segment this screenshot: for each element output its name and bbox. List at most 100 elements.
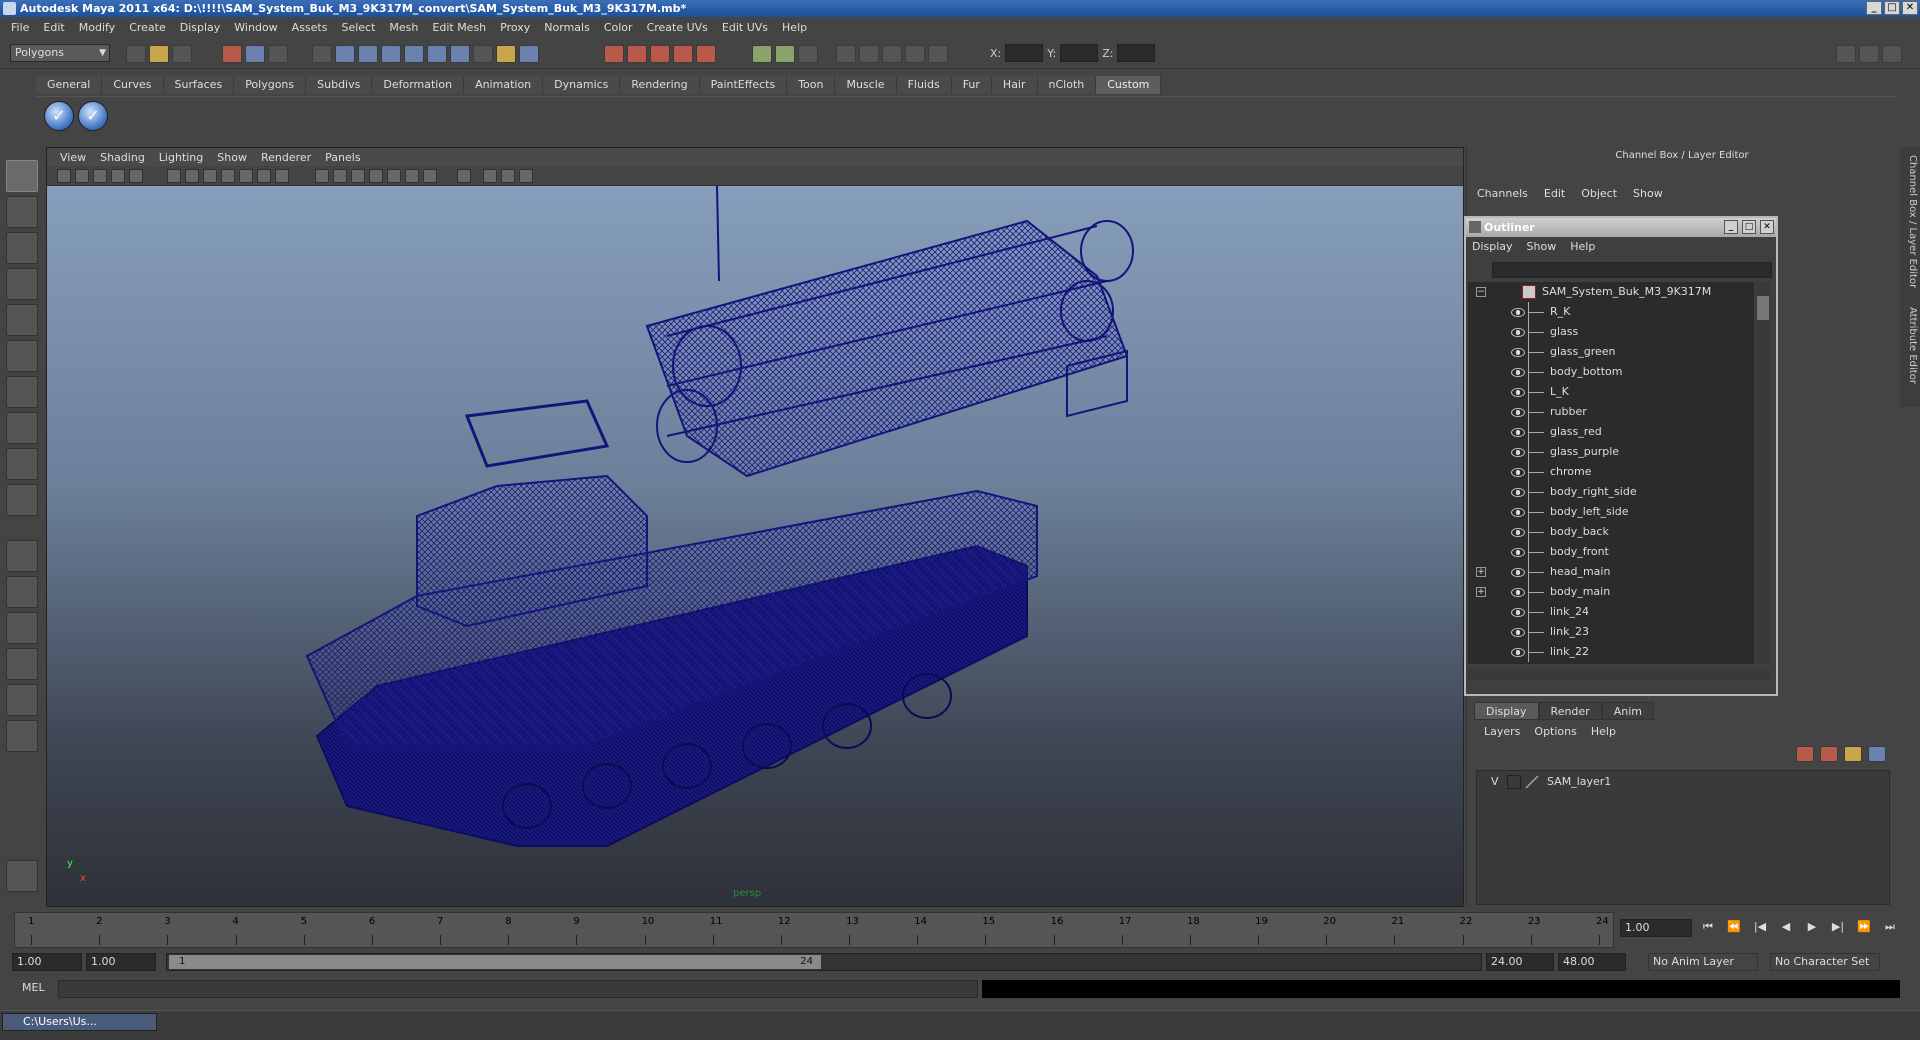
range-slider[interactable]: 1 24 [166,953,1482,971]
viewport-menu-view[interactable]: View [53,151,93,164]
menu-mesh[interactable]: Mesh [382,21,425,34]
camera-attr-icon[interactable] [75,169,89,183]
select-hierarchy-icon[interactable] [222,45,242,63]
collapse-icon[interactable]: − [1476,287,1486,297]
menu-set-select[interactable]: Polygons ▼ [10,44,110,62]
isolate-select-icon[interactable] [457,169,471,183]
xray-icon[interactable] [483,169,497,183]
dope-sheet-layout-icon[interactable] [6,720,38,752]
viewport-menu-renderer[interactable]: Renderer [254,151,318,164]
universal-manipulator-icon[interactable] [6,376,38,408]
outliner-item[interactable]: link_22 [1468,642,1754,662]
shelf-tab-curves[interactable]: Curves [102,76,164,94]
camera-icon[interactable] [57,169,71,183]
scale-tool-icon[interactable] [6,340,38,372]
z-field[interactable] [1117,44,1156,62]
outliner-item[interactable]: body_right_side [1468,482,1754,502]
outliner-menu-help[interactable]: Help [1570,240,1595,253]
four-view-layout-icon[interactable] [6,576,38,608]
outliner-menu-show[interactable]: Show [1527,240,1557,253]
construction-history-icon[interactable] [798,45,818,63]
step-forward-key-button[interactable]: ⏩ [1856,920,1872,934]
mel-input[interactable] [58,980,978,998]
playback-end-field[interactable]: 24.00 [1486,953,1554,971]
shelf-tab-rendering[interactable]: Rendering [620,76,700,94]
outliner-item[interactable]: + head_main [1468,562,1754,582]
paint-select-tool-icon[interactable] [6,232,38,264]
camera-icon[interactable] [836,45,856,63]
menu-proxy[interactable]: Proxy [493,21,537,34]
render-view-icon[interactable] [696,45,716,63]
step-back-key-button[interactable]: ⏪ [1726,920,1742,934]
layer-tab-display[interactable]: Display [1474,702,1539,720]
grid-icon[interactable] [167,169,181,183]
outliner-item[interactable]: body_back [1468,522,1754,542]
toggle-tool-settings-icon[interactable] [1859,45,1879,63]
animation-end-field[interactable]: 48.00 [1558,953,1626,971]
go-to-start-button[interactable]: ⏮ [1700,920,1716,934]
menu-file[interactable]: File [4,21,36,34]
film-gate-icon[interactable] [185,169,199,183]
snap-live-icon[interactable] [450,45,470,63]
shelf-tab-animation[interactable]: Animation [464,76,544,94]
lights-icon[interactable] [387,169,401,183]
new-scene-icon[interactable] [126,45,146,63]
toggle-attribute-editor-icon[interactable] [1836,45,1856,63]
menu-display[interactable]: Display [173,21,228,34]
play-forwards-button[interactable]: ▶ [1804,920,1820,934]
lock-icon[interactable] [496,45,516,63]
snap-grid-icon[interactable] [312,45,332,63]
xray-joints-icon[interactable] [501,169,515,183]
character-set-dropdown[interactable]: No Character Set [1770,953,1880,971]
move-tool-icon[interactable] [6,268,38,300]
shelf-tab-polygons[interactable]: Polygons [234,76,307,94]
new-empty-layer-icon[interactable] [1844,746,1862,762]
cb-menu-show[interactable]: Show [1633,187,1663,200]
last-tool-icon[interactable] [6,484,38,516]
outliner-item[interactable]: glass_purple [1468,442,1754,462]
outliner-item[interactable]: body_front [1468,542,1754,562]
bookmark-icon[interactable] [93,169,107,183]
shelf-tab-ncloth[interactable]: nCloth [1037,76,1097,94]
go-to-end-button[interactable]: ⏭ [1882,920,1898,934]
maximize-button[interactable]: □ [1884,1,1900,15]
snap-point-icon[interactable] [358,45,378,63]
layer-menu-help[interactable]: Help [1591,725,1616,738]
outliner-item[interactable]: body_left_side [1468,502,1754,522]
sphere-icon[interactable] [882,45,902,63]
save-scene-icon[interactable] [172,45,192,63]
menu-help[interactable]: Help [775,21,814,34]
outliner-item[interactable]: glass [1468,322,1754,342]
menu-color[interactable]: Color [597,21,640,34]
shelf-tab-muscle[interactable]: Muscle [835,76,897,94]
time-slider[interactable]: 1 2 3 4 5 6 7 8 9 10 11 12 13 14 15 16 17 18 19 20 21 22 23 24 [14,912,1614,948]
help-icon[interactable] [473,45,493,63]
new-layer-selected-icon[interactable] [1868,746,1886,762]
minimize-button[interactable]: _ [1866,1,1882,15]
menu-edit-mesh[interactable]: Edit Mesh [425,21,493,34]
shelf-tab-dynamics[interactable]: Dynamics [543,76,621,94]
xray-components-icon[interactable] [519,169,533,183]
image-plane-icon[interactable] [111,169,125,183]
layer-tab-render[interactable]: Render [1538,702,1602,720]
output-ops-icon[interactable] [775,45,795,63]
soft-modification-icon[interactable] [6,412,38,444]
outliner-item[interactable]: R_K [1468,302,1754,322]
single-perspective-layout-icon[interactable] [6,540,38,572]
layer-color-icon[interactable] [1525,775,1539,789]
show-manipulator-icon[interactable] [6,448,38,480]
shelf-tab-toon[interactable]: Toon [787,76,836,94]
wireframe-icon[interactable] [315,169,329,183]
play-backwards-button[interactable]: ◀ [1778,920,1794,934]
expand-icon[interactable]: + [1476,567,1486,577]
menu-edit[interactable]: Edit [36,21,71,34]
outliner-item[interactable]: glass_green [1468,342,1754,362]
hypershade-layout-icon[interactable] [6,684,38,716]
snap-plane-icon[interactable] [381,45,401,63]
gate-mask-icon[interactable] [221,169,235,183]
viewport-menu-panels[interactable]: Panels [318,151,367,164]
transform-icon[interactable] [928,45,948,63]
hypershade-icon[interactable] [673,45,693,63]
shelf-tab-general[interactable]: General [36,76,103,94]
outliner-layout-icon[interactable] [6,612,38,644]
